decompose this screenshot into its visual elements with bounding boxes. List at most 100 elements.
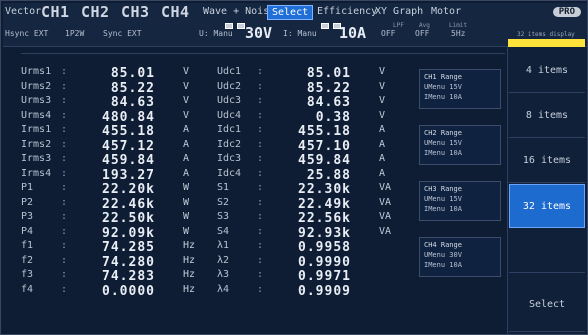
softkey-5[interactable] [509,229,585,273]
separator: : [257,124,264,135]
measurement-value: 22.49k [298,196,351,212]
measurement-value: 0.0000 [102,283,155,299]
u-auto-icon [237,23,245,29]
separator: : [61,153,68,164]
measurement-label: Urms4 [21,109,52,121]
measurement-unit: V [183,66,190,77]
measurement-unit: Hz [183,283,196,295]
measurement-unit: A [379,167,386,179]
measurement-unit: W [183,211,190,222]
u-range-value[interactable]: 30V [245,24,272,42]
measurement-label: P3 [21,211,34,222]
measurement-value: 22.50k [102,211,155,226]
softkey-6[interactable]: Select [509,277,585,332]
tab-select[interactable]: Select [267,5,314,20]
measurement-unit: Hz [183,269,196,280]
display-mode-caption: 32 items display [517,31,575,38]
measurement-unit: Hz [183,254,196,266]
measurement-label: Irms2 [21,138,52,150]
tab-ch2[interactable]: CH2 [81,3,110,21]
measurement-value: 85.22 [306,80,351,96]
channel-range-box: CH3 Range UMenu 15V IMenu 10A [419,181,501,221]
measurement-unit: VA [379,196,392,208]
measurement-value: 74.280 [102,254,155,270]
softkey-1[interactable]: 4 items [509,49,585,93]
tab-xy-graph[interactable]: XY Graph [375,6,423,17]
u-range-mode: U: Manu [199,29,233,38]
measurement-unit: A [183,153,190,164]
separator: : [257,196,264,208]
measurement-value: 480.84 [102,109,155,125]
measurement-value: 85.22 [110,80,155,96]
softkey-3[interactable]: 16 items [509,139,585,183]
i-range-value[interactable]: 10A [339,24,366,42]
separator: : [257,109,264,121]
i-range-icon [321,23,329,29]
measurement-value: 84.63 [110,95,155,110]
measurement-unit: A [379,153,386,164]
measurement-unit: VA [379,182,392,193]
separator: : [61,254,68,266]
separator: : [61,95,68,106]
measurement-unit: V [379,66,386,77]
measurement-label: S4 [217,225,230,237]
tab-efficiency[interactable]: Efficiency [317,6,377,17]
tab-ch4[interactable]: CH4 [161,3,190,21]
measurement-label: f4 [21,283,34,295]
measurement-unit: Hz [183,240,196,251]
range-i-range: IMenu 10A [424,205,462,213]
measurement-label: λ1 [217,240,230,251]
softkey-4[interactable]: 32 items [509,184,585,228]
measurement-label: P1 [21,182,34,193]
measurement-value: 22.46k [102,196,155,212]
range-u-range: UMenu 30V [424,251,462,259]
measurement-label: Idc4 [217,167,242,179]
avg-label: Avg [419,22,430,29]
measurement-unit: A [183,167,190,179]
tab-wave-noise[interactable]: Wave + Noise [203,6,275,17]
separator: : [61,138,68,150]
separator: : [61,283,68,295]
separator: : [257,254,264,266]
tab-vector[interactable]: Vector [5,6,41,17]
channel-range-box: CH1 Range UMenu 15V IMenu 10A [419,69,501,109]
tab-ch1[interactable]: CH1 [41,3,70,21]
measurement-value: 84.63 [306,95,351,110]
separator: : [257,95,264,106]
avg-value[interactable]: OFF [415,29,429,38]
measurement-value: 22.20k [102,182,155,197]
measurement-label: λ2 [217,254,230,266]
measurement-value: 85.01 [306,66,351,81]
lpf-value[interactable]: OFF [381,29,395,38]
measurement-unit: A [183,124,190,135]
measurement-value: 92.93k [298,225,351,241]
softkey-2[interactable]: 8 items [509,94,585,138]
measurement-value: 74.285 [102,240,155,255]
measurement-label: Idc1 [217,124,242,135]
range-u-range: UMenu 15V [424,83,462,91]
separator: : [257,138,264,150]
measurement-value: 74.283 [102,269,155,284]
limit-value[interactable]: 5Hz [451,29,465,38]
channel-range-box: CH2 Range UMenu 15V IMenu 10A [419,125,501,165]
separator: : [257,269,264,280]
measurement-unit: W [183,225,190,237]
hsync-status: Hsync EXT [5,29,49,38]
measurement-value: 0.38 [315,109,351,125]
range-u-range: UMenu 15V [424,195,462,203]
separator: : [61,109,68,121]
separator: : [257,167,264,179]
separator: : [257,80,264,92]
tab-ch3[interactable]: CH3 [121,3,150,21]
separator: : [61,124,68,135]
range-u-range: UMenu 15V [424,139,462,147]
measurement-unit: V [379,109,386,121]
separator: : [61,269,68,280]
measurement-value: 0.9958 [298,240,351,255]
range-title: CH1 Range [424,73,462,81]
i-range-mode: I: Manu [283,29,317,38]
display-mode-indicator [508,39,585,47]
measurement-unit: V [379,80,386,92]
tab-motor[interactable]: Motor [431,6,461,17]
measurement-unit: V [183,109,190,121]
